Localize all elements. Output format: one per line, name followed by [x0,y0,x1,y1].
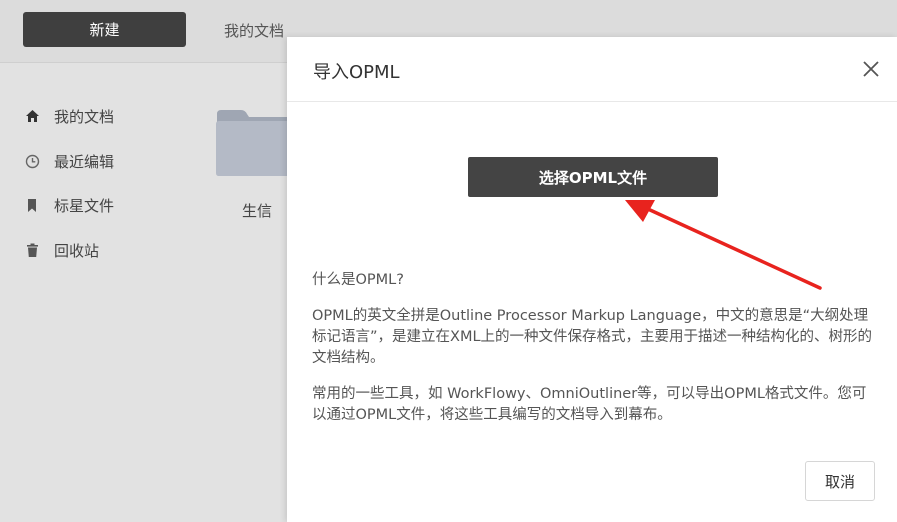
cancel-button[interactable]: 取消 [805,461,875,501]
clock-icon [24,153,40,169]
folder-icon[interactable] [215,108,295,178]
bookmark-icon [24,197,40,213]
sidebar-item-label: 最近编辑 [54,152,115,171]
folder-label[interactable]: 生信 [242,200,272,221]
sidebar-item-starred[interactable]: 标星文件 [24,193,114,217]
home-icon [24,108,40,124]
sidebar-item-trash[interactable]: 回收站 [24,238,99,262]
info-paragraph-2: 常用的一些工具，如 WorkFlowy、OmniOutliner等，可以导出OP… [312,386,867,423]
choose-opml-file-button[interactable]: 选择OPML文件 [468,157,718,197]
sidebar: 我的文档 最近编辑 标星文件 回收站 [0,62,200,522]
sidebar-item-recent[interactable]: 最近编辑 [24,149,114,173]
red-arrow-annotation [625,200,822,290]
trash-icon [24,242,40,258]
dialog-title: 导入OPML [313,62,400,83]
import-opml-dialog: 导入OPML 选择OPML文件 什么是OPML? OPML的英文全拼是Outli… [287,37,897,522]
info-paragraph-1: OPML的英文全拼是Outline Processor Markup Langu… [312,308,873,366]
sidebar-item-label: 回收站 [54,241,100,260]
sidebar-item-label: 标星文件 [54,196,115,215]
info-heading: 什么是OPML? [312,272,404,288]
tab-my-documents[interactable]: 我的文档 [224,20,284,41]
new-button[interactable]: 新建 [23,12,186,47]
sidebar-item-label: 我的文档 [54,107,115,126]
close-icon[interactable] [861,59,881,79]
dialog-header: 导入OPML [287,37,897,102]
sidebar-item-my-documents[interactable]: 我的文档 [24,104,114,128]
